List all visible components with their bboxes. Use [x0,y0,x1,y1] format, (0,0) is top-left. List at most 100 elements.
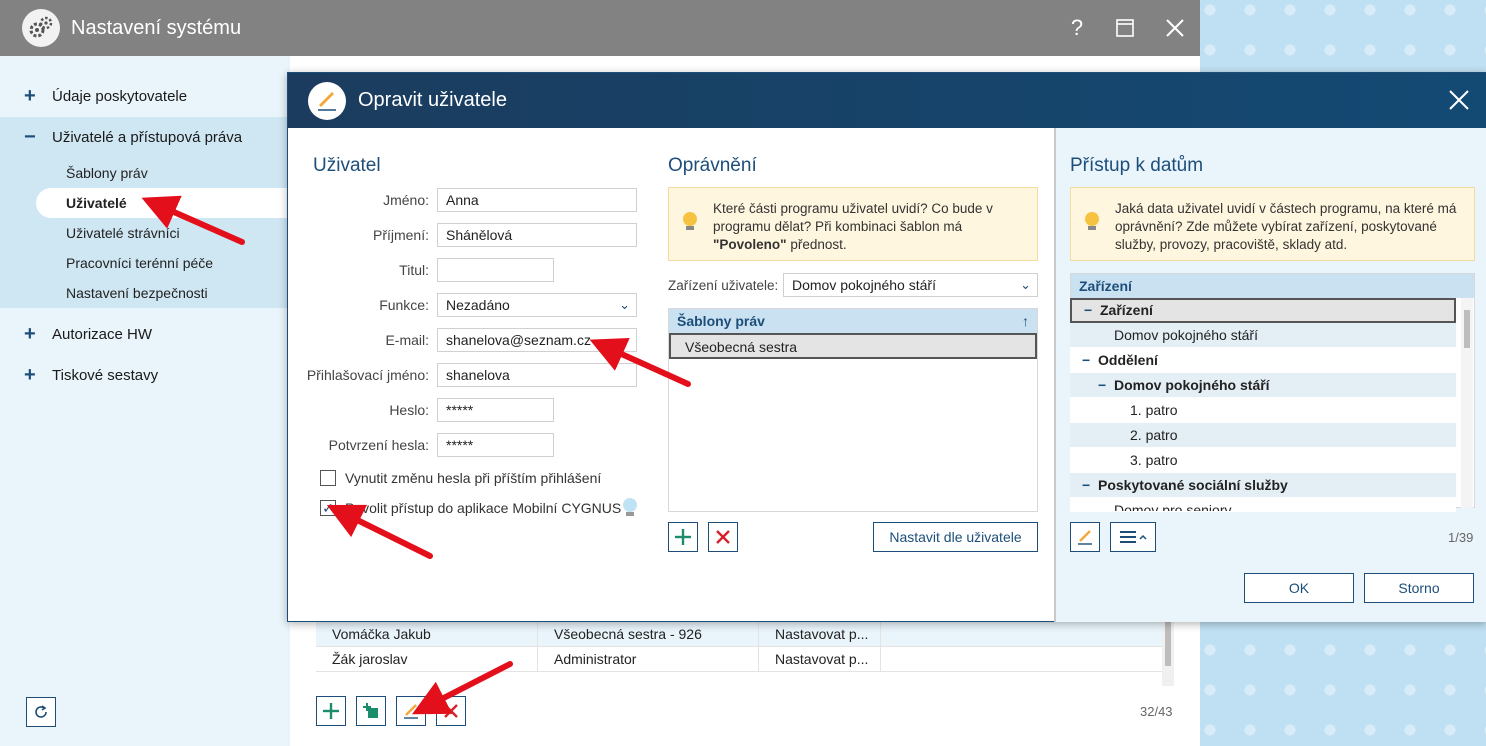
users-table-scrollbar[interactable] [1162,622,1174,686]
collapse-icon[interactable]: − [1082,473,1098,498]
facility-select[interactable]: Domov pokojného stáří ⌄ [783,273,1038,297]
tree-label: 1. patro [1130,402,1178,418]
expand-icon: + [24,323,36,345]
tree-row[interactable]: Domov pokojného stáří [1070,323,1456,348]
pencil-icon [1078,530,1092,545]
password-label: Heslo: [389,402,429,418]
add-template-button[interactable] [668,522,698,552]
help-button[interactable]: ? [1062,12,1092,44]
maximize-button[interactable] [1110,12,1140,44]
permissions-info-box: Které části programu uživatel uvidí? Co … [668,187,1038,261]
title-label: Titul: [399,262,429,278]
info-text-line: oprávnění? Zde můžete vybírat zařízení, … [1115,219,1437,234]
tree-row[interactable]: − Oddělení [1070,348,1456,373]
collapse-icon: − [24,126,36,148]
title-input[interactable] [437,258,554,282]
lightbulb-icon [683,212,697,230]
data-access-pane: Přístup k datům Jaká data uživatel uvidí… [1054,128,1486,622]
refresh-icon [35,705,47,718]
copy-user-button[interactable] [356,696,386,726]
force-password-change-checkbox[interactable] [320,470,336,486]
login-input[interactable]: shanelova [437,363,637,387]
list-item[interactable]: Všeobecná sestra [669,333,1037,359]
table-cell: Žák jaroslav [316,647,538,671]
menu-button[interactable] [1110,522,1156,552]
edit-user-button[interactable] [396,696,426,726]
table-cell: Vomáčka Jakub [316,622,538,646]
users-count: 32/43 [1140,704,1173,719]
tree-row[interactable]: Domov pro seniory [1070,498,1456,512]
expand-icon: + [24,364,36,386]
function-select[interactable]: Nezadáno ⌄ [437,293,637,317]
tree-label: Zařízení [1100,302,1153,318]
tree-row[interactable]: 2. patro [1070,423,1456,448]
templates-list-header[interactable]: Šablony práv ↑ [669,309,1037,333]
last-name-input[interactable]: Shánělová [437,223,637,247]
nav-group-hw-auth[interactable]: + Autorizace HW [0,314,290,355]
nav-group-provider[interactable]: + Údaje poskytovatele [0,76,290,117]
password-input[interactable]: ***** [437,398,554,422]
sidebar-item-users[interactable]: Uživatelé [36,188,290,218]
login-label: Přihlašovací jméno: [306,367,429,383]
email-label: E-mail: [385,332,429,348]
table-cell: Všeobecná sestra - 926 [538,622,759,646]
permissions-section-title: Oprávnění [668,155,757,176]
user-section-title: Uživatel [313,155,381,176]
sidebar-item-field-workers[interactable]: Pracovníci terénní péče [0,248,290,278]
data-access-title: Přístup k datům [1070,155,1204,176]
tree-label: Domov pokojného stáří [1114,327,1258,343]
gears-icon [22,9,60,47]
sidebar-item-templates[interactable]: Šablony práv [0,158,290,188]
password-confirm-input[interactable]: ***** [437,433,554,457]
lightbulb-icon[interactable] [623,498,637,518]
chevron-down-icon: ⌄ [1020,277,1031,292]
dialog-close-button[interactable] [1444,85,1474,115]
delete-user-button[interactable] [436,696,466,726]
edit-data-access-button[interactable] [1070,522,1100,552]
table-row[interactable]: Vomáčka Jakub Všeobecná sestra - 926 Nas… [316,622,1162,647]
dialog-title: Opravit uživatele [358,89,507,111]
ok-button[interactable]: OK [1244,573,1354,603]
collapse-icon[interactable]: − [1082,348,1098,373]
sidebar-item-diners[interactable]: Uživatelé strávníci [0,218,290,248]
table-cell: Nastavovat p... [759,622,881,646]
sidebar-item-security[interactable]: Nastavení bezpečnosti [0,278,290,308]
tree-header[interactable]: Zařízení [1071,274,1474,298]
maximize-icon [1116,19,1134,37]
tree-scrollbar[interactable] [1461,298,1473,508]
close-window-button[interactable] [1160,12,1190,44]
nav-group-users[interactable]: − Uživatelé a přístupová práva [0,117,290,158]
set-by-user-button[interactable]: Nastavit dle uživatele [873,522,1038,552]
nav-group-label: Autorizace HW [52,326,153,343]
sort-up-icon: ↑ [1022,313,1029,329]
function-label: Funkce: [379,297,429,313]
info-text-line: Které části programu uživatel uvidí? Co … [713,201,993,216]
tree-row[interactable]: − Zařízení [1070,298,1456,323]
pencil-icon [404,704,418,719]
users-table: Vomáčka Jakub Všeobecná sestra - 926 Nas… [316,622,1162,672]
info-text-line: Jaká data uživatel uvidí v částech progr… [1115,201,1457,216]
tree-label: 2. patro [1130,427,1178,443]
add-user-button[interactable] [316,696,346,726]
collapse-icon[interactable]: − [1098,373,1114,398]
tree-row[interactable]: − Poskytované sociální služby [1070,473,1456,498]
menu-icon [1120,531,1147,543]
table-cell: Administrator [538,647,759,671]
email-field[interactable]: shanelova@seznam.cz [437,328,637,352]
mobile-access-checkbox[interactable]: ✓ [320,500,336,516]
remove-template-button[interactable] [708,522,738,552]
tree-row[interactable]: 3. patro [1070,448,1456,473]
tree-row[interactable]: − Domov pokojného stáří [1070,373,1456,398]
nav-group-label: Uživatelé a přístupová práva [52,129,243,146]
table-row[interactable]: Žák jaroslav Administrator Nastavovat p.… [316,647,1162,672]
collapse-icon[interactable]: − [1084,300,1100,321]
cancel-button[interactable]: Storno [1364,573,1474,603]
table-cell: Nastavovat p... [759,647,881,671]
close-icon [1166,19,1184,37]
info-text-line: programu dělat? Při kombinaci šablon má [713,219,963,234]
tree-row[interactable]: 1. patro [1070,398,1456,423]
nav-group-print-reports[interactable]: + Tiskové sestavy [0,355,290,396]
first-name-input[interactable]: Anna [437,188,637,212]
delete-icon [444,704,458,718]
refresh-button[interactable] [26,697,56,727]
